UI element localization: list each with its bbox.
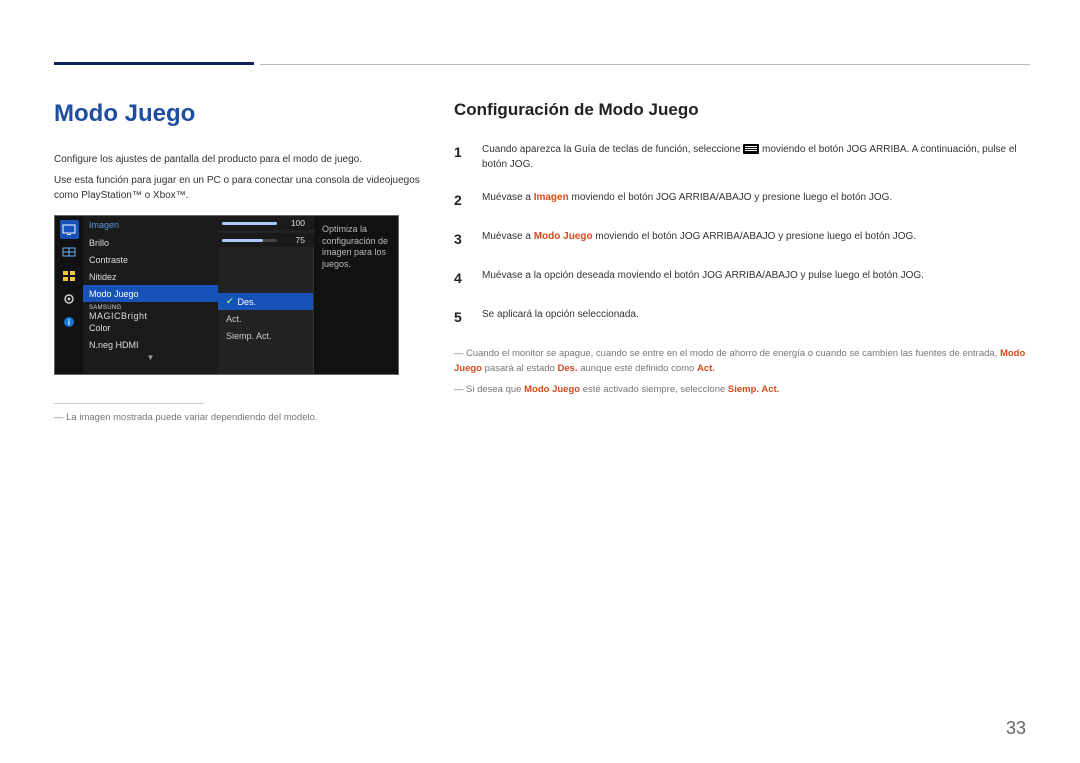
osd-item-nneg: N.neg HDMI xyxy=(83,336,218,353)
osd-header: Imagen xyxy=(83,216,218,234)
note-1: ―Cuando el monitor se apague, cuando se … xyxy=(454,346,1030,376)
step-5: 5 Se aplicará la opción seleccionada. xyxy=(454,307,1030,328)
osd-item-contraste: Contraste xyxy=(83,251,218,268)
osd-description: Optimiza la configuración de imagen para… xyxy=(313,216,398,374)
check-icon: ✔ xyxy=(226,296,234,307)
osd-item-magicbright: SAMSUNGMAGICBright xyxy=(83,302,218,319)
intro-para-2: Use esta función para jugar en un PC o p… xyxy=(54,173,424,203)
osd-item-nitidez: Nitidez xyxy=(83,268,218,285)
menu-icon xyxy=(743,144,759,154)
osd-popup-des: ✔Des. xyxy=(218,293,313,310)
step-4: 4 Muévase a la opción deseada moviendo e… xyxy=(454,268,1030,289)
osd-item-modojuego: Modo Juego xyxy=(83,285,218,302)
image-disclaimer: ― La imagen mostrada puede variar depend… xyxy=(54,412,424,423)
note-2: ―Si desea que Modo Juego esté activado s… xyxy=(454,382,1030,397)
page-title: Modo Juego xyxy=(54,100,424,128)
gear-icon xyxy=(60,289,79,308)
monitor-icon xyxy=(60,220,79,239)
page-number: 33 xyxy=(1006,718,1026,739)
osd-popup: 100 75 ✔Des. Act. Siemp. Act. xyxy=(218,216,313,374)
step-2: 2 Muévase a Imagen moviendo el botón JOG… xyxy=(454,190,1030,211)
section-heading: Configuración de Modo Juego xyxy=(454,100,1030,120)
osd-menu-list: Imagen Brillo Contraste Nitidez Modo Jue… xyxy=(83,216,218,374)
step-3: 3 Muévase a Modo Juego moviendo el botón… xyxy=(454,229,1030,250)
down-arrow-icon: ▼ xyxy=(83,353,218,362)
svg-text:i: i xyxy=(68,318,70,327)
osd-popup-siemp: Siemp. Act. xyxy=(218,327,313,344)
osd-popup-act: Act. xyxy=(218,310,313,327)
info-icon: i xyxy=(60,312,79,331)
osd-sidebar: i xyxy=(55,216,83,374)
intro-para-1: Configure los ajustes de pantalla del pr… xyxy=(54,152,424,167)
osd-item-color: Color xyxy=(83,319,218,336)
step-1: 1 Cuando aparezca la Guía de teclas de f… xyxy=(454,142,1030,172)
osd-item-brillo: Brillo xyxy=(83,234,218,251)
osd-screenshot: i Imagen Brillo Contraste Nitidez Modo J… xyxy=(54,215,399,375)
settings-box-icon xyxy=(60,266,79,285)
display-icon xyxy=(60,243,79,262)
